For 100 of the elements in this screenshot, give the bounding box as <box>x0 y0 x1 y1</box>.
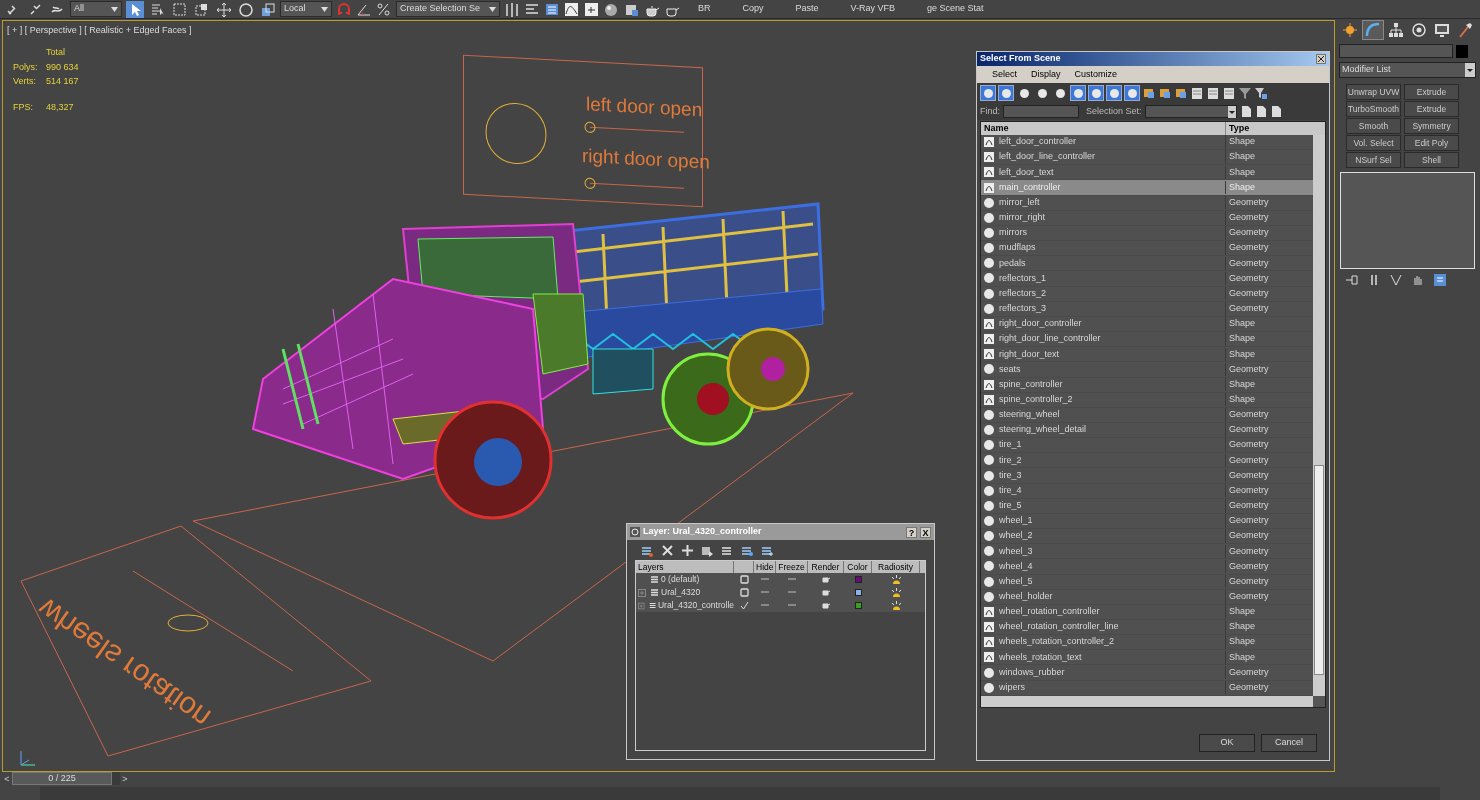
align-icon[interactable] <box>524 1 540 17</box>
list-row[interactable]: reflectors_1 Geometry <box>981 271 1314 287</box>
toolbar-button[interactable]: Paste <box>781 0 833 18</box>
column-header[interactable]: Type <box>1226 122 1314 135</box>
modifier-button[interactable]: Smooth <box>1346 118 1401 134</box>
modifier-button[interactable]: TurboSmooth <box>1346 101 1401 117</box>
modifier-button[interactable]: Unwrap UVW <box>1346 84 1401 100</box>
toolbar-button[interactable]: BR <box>684 0 725 18</box>
list-row[interactable]: left_door_text Shape <box>981 165 1314 181</box>
checkbox-icon[interactable] <box>739 588 749 597</box>
object-icon[interactable] <box>1174 86 1188 100</box>
list-row[interactable]: pedals Geometry <box>981 256 1314 272</box>
filter-icon[interactable] <box>1238 86 1252 100</box>
list-row[interactable]: right_door_text Shape <box>981 347 1314 363</box>
teapot-icon[interactable] <box>822 602 830 609</box>
modifier-button[interactable]: NSurf Sel <box>1346 152 1401 168</box>
toolbar-button[interactable]: Copy <box>728 0 778 18</box>
list-row[interactable]: wheels_rotation_text Shape <box>981 650 1314 666</box>
delete-icon[interactable] <box>661 543 674 557</box>
list-row[interactable]: main_controller Shape <box>981 180 1314 196</box>
list-row[interactable]: tire_1 Geometry <box>981 438 1314 454</box>
selection-set-dropdown[interactable]: Create Selection Se <box>396 1 500 17</box>
modifier-button[interactable]: Symmetry <box>1404 118 1459 134</box>
list-row[interactable]: tire_2 Geometry <box>981 453 1314 469</box>
scrollbar-thumb[interactable] <box>1314 465 1324 675</box>
close-button[interactable]: X <box>920 526 931 538</box>
modifier-button[interactable]: Vol. Select <box>1346 135 1401 151</box>
toolbar-button[interactable]: ge Scene Stat <box>913 0 998 18</box>
layer-row[interactable]: 0 (default) <box>636 573 925 586</box>
layer-row[interactable]: Ural_4320 <box>636 586 925 599</box>
modifier-list-dropdown[interactable]: Modifier List <box>1339 62 1476 78</box>
next-frame-button[interactable]: > <box>120 772 130 785</box>
mirror-icon[interactable] <box>504 1 520 17</box>
selection-filter-dropdown[interactable]: All <box>70 1 122 17</box>
menu-item[interactable]: Customize <box>1067 67 1125 82</box>
color-swatch[interactable] <box>854 602 862 609</box>
radiosity-light-icon[interactable] <box>890 574 902 585</box>
color-swatch[interactable] <box>854 576 862 583</box>
percent-snap-icon[interactable] <box>376 1 392 17</box>
document-icon[interactable] <box>1269 105 1282 118</box>
list-view-icon[interactable] <box>1206 86 1220 100</box>
list-row[interactable]: seats Geometry <box>981 362 1314 378</box>
tool-button[interactable] <box>126 0 144 18</box>
layer-manager-icon[interactable] <box>544 1 560 17</box>
list-row[interactable]: windows_rubber Geometry <box>981 665 1314 681</box>
filter-icon[interactable] <box>1254 86 1268 100</box>
modifier-button[interactable]: Edit Poly <box>1404 135 1459 151</box>
list-row[interactable]: wheel_rotation_controller_line Shape <box>981 620 1314 636</box>
toolbar-button[interactable]: V-Ray VFB <box>836 0 910 18</box>
modifier-stack[interactable] <box>1340 172 1475 269</box>
panel-tab[interactable] <box>1362 20 1384 40</box>
pin-icon[interactable] <box>1345 273 1359 287</box>
selection-set-dropdown[interactable] <box>1144 105 1237 118</box>
fork-icon[interactable] <box>1389 273 1403 287</box>
list-row[interactable]: wheel_3 Geometry <box>981 544 1314 560</box>
object-icon[interactable] <box>1158 86 1172 100</box>
coordinate-system-dropdown[interactable]: Local <box>280 1 332 17</box>
radiosity-light-icon[interactable] <box>890 587 902 598</box>
add-icon[interactable] <box>681 543 694 557</box>
list-row[interactable]: left_door_controller Shape <box>981 135 1314 151</box>
list-row[interactable]: right_door_line_controller Shape <box>981 332 1314 348</box>
color-swatch[interactable] <box>854 589 862 596</box>
list-view-icon[interactable] <box>1190 86 1204 100</box>
tool-button[interactable] <box>214 0 232 18</box>
modifier-button[interactable]: Extrude <box>1404 101 1459 117</box>
layer-row[interactable]: Ural_4320_controlle <box>636 599 925 612</box>
modifier-button[interactable]: Shell <box>1404 152 1459 168</box>
menu-item[interactable]: Select <box>985 67 1024 82</box>
menu-item[interactable]: Display <box>1024 67 1068 82</box>
vertical-scrollbar[interactable] <box>1313 135 1325 696</box>
horizontal-scrollbar[interactable] <box>981 696 1313 707</box>
object-icon[interactable] <box>1142 86 1156 100</box>
material-editor-icon[interactable] <box>604 1 620 17</box>
document-icon[interactable] <box>1239 105 1252 118</box>
document-icon[interactable] <box>1254 105 1267 118</box>
viewport-label[interactable]: [ + ] [ Perspective ] [ Realistic + Edged Faces ] <box>7 24 192 38</box>
list-row[interactable]: wheel_2 Geometry <box>981 529 1314 545</box>
dialog-button[interactable]: OK <box>1199 734 1255 752</box>
schematic-icon[interactable] <box>584 1 600 17</box>
list-row[interactable]: mudflaps Geometry <box>981 241 1314 257</box>
find-field[interactable] <box>1003 105 1079 118</box>
list-row[interactable]: left_door_line_controller Shape <box>981 150 1314 166</box>
previous-frame-button[interactable]: < <box>2 772 12 785</box>
help-button[interactable]: ? <box>906 526 917 538</box>
object-color-swatch[interactable] <box>1456 44 1468 58</box>
configure-icon[interactable] <box>1433 273 1447 287</box>
radiosity-light-icon[interactable] <box>890 600 902 611</box>
list-row[interactable]: wheels_rotation_controller_2 Shape <box>981 635 1314 651</box>
list-row[interactable]: tire_3 Geometry <box>981 468 1314 484</box>
checkmark-icon[interactable] <box>739 601 749 610</box>
tool-button[interactable] <box>236 0 254 18</box>
close-icon[interactable] <box>1316 54 1326 64</box>
teapot-icon[interactable] <box>822 589 830 596</box>
modifier-button[interactable]: Extrude <box>1404 84 1459 100</box>
object-name-field[interactable] <box>1339 44 1453 58</box>
dialog-button[interactable]: Cancel <box>1261 734 1317 752</box>
curve-editor-icon[interactable] <box>564 1 580 17</box>
list-view-icon[interactable] <box>1222 86 1236 100</box>
checkbox-icon[interactable] <box>739 575 749 584</box>
teapot-icon[interactable] <box>822 576 830 583</box>
